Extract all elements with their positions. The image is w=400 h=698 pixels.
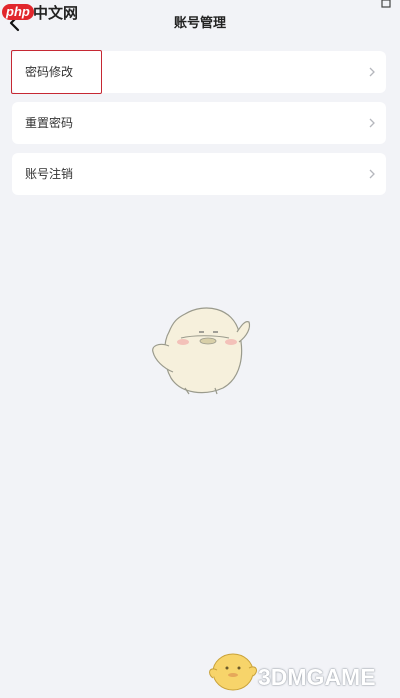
chevron-right-icon (369, 67, 375, 77)
bird-mascot-illustration (152, 307, 251, 395)
3dmgame-watermark-text: 3DMGAME (258, 664, 376, 690)
menu-item-reset-password[interactable]: 重置密码 (12, 102, 386, 144)
menu-item-account-cancel[interactable]: 账号注销 (12, 153, 386, 195)
menu-item-label: 重置密码 (25, 116, 74, 130)
chevron-right-icon (369, 169, 375, 179)
chevron-right-icon (369, 118, 375, 128)
menu-item-label: 账号注销 (25, 167, 74, 181)
highlight-box (11, 50, 102, 94)
status-mark-icon (381, 0, 391, 8)
php-logo-watermark: php (2, 4, 34, 20)
site-watermark-text: 中文网 (33, 4, 79, 22)
